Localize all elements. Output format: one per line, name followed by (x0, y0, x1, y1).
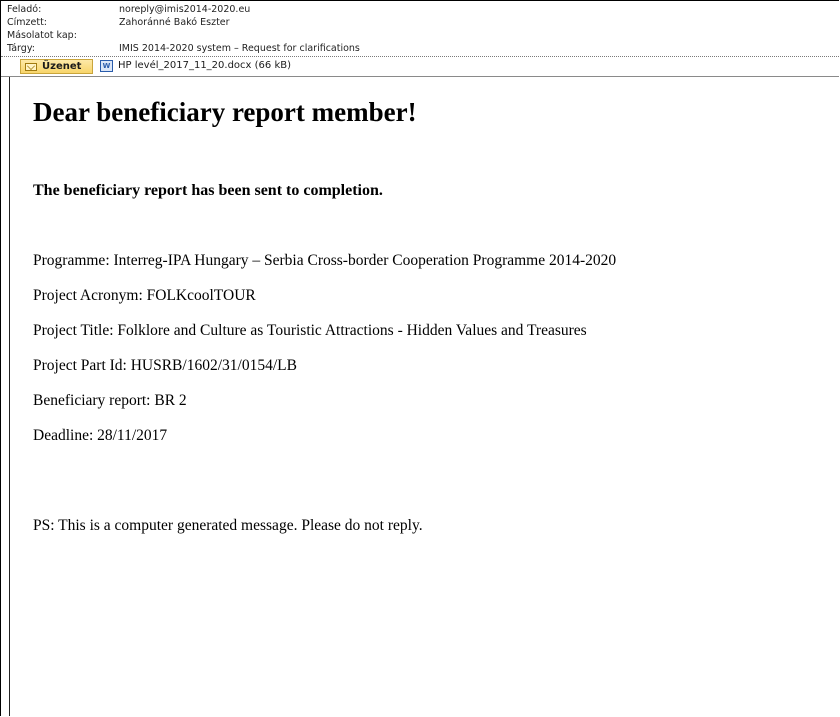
header-divider (1, 56, 839, 57)
to-value[interactable]: Zahoránné Bakó Eszter (119, 17, 230, 29)
acronym-line: Project Acronym: FOLKcoolTOUR (33, 287, 256, 304)
status-subheading: The beneficiary report has been sent to … (33, 182, 383, 199)
greeting-heading: Dear beneficiary report member! (33, 97, 417, 127)
from-label: Feladó: (7, 4, 42, 15)
message-body: Dear beneficiary report member! The bene… (9, 77, 839, 716)
attachment-bar: Üzenet W HP levél_2017_11_20.docx (66 kB… (1, 58, 839, 77)
deadline-line: Deadline: 28/11/2017 (33, 427, 168, 444)
from-value[interactable]: noreply@imis2014-2020.eu (119, 4, 250, 16)
attachment-label: HP levél_2017_11_20.docx (66 kB) (118, 60, 292, 71)
tab-message[interactable]: Üzenet (20, 59, 93, 74)
envelope-icon (25, 63, 37, 71)
tab-message-label: Üzenet (42, 61, 82, 72)
cc-label: Másolatot kap: (7, 30, 77, 41)
email-window: Feladó: noreply@imis2014-2020.eu Címzett… (0, 0, 839, 716)
report-line: Beneficiary report: BR 2 (33, 392, 187, 409)
project-title-line: Project Title: Folklore and Culture as T… (33, 322, 587, 339)
programme-line: Programme: Interreg-IPA Hungary – Serbia… (33, 252, 617, 269)
ps-line: PS: This is a computer generated message… (33, 517, 423, 534)
part-id-line: Project Part Id: HUSRB/1602/31/0154/LB (33, 357, 297, 374)
subject-value: IMIS 2014-2020 system – Request for clar… (119, 43, 360, 54)
subject-label: Tárgy: (7, 43, 35, 54)
to-label: Címzett: (7, 17, 48, 28)
word-document-icon: W (100, 60, 113, 72)
